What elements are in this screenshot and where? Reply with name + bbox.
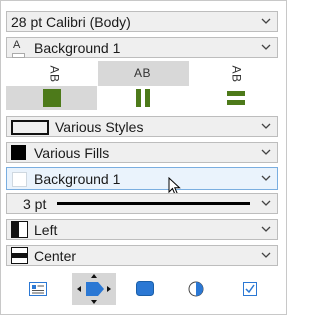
- text-orientation-group: AB AB AB: [6, 61, 280, 111]
- checkbox-button[interactable]: [232, 273, 268, 305]
- connector-button[interactable]: [72, 273, 116, 305]
- line-weight-dropdown[interactable]: 3 pt: [6, 193, 278, 214]
- chevron-down-icon: [261, 123, 271, 129]
- orientation-label: AB: [229, 65, 244, 83]
- font-value: 28 pt Calibri (Body): [11, 14, 131, 30]
- align-center-icon: [11, 247, 28, 264]
- font-color-glyph: A: [13, 39, 21, 51]
- orientation-vertical-left-button[interactable]: [6, 86, 97, 110]
- vertical-bars-icon: [134, 89, 152, 107]
- vertical-align-value: Center: [34, 248, 77, 264]
- orientation-vertical-left[interactable]: AB: [6, 61, 97, 86]
- background-dropdown[interactable]: Background 1: [6, 167, 278, 196]
- text-box-button[interactable]: [20, 273, 56, 305]
- chevron-down-icon: [261, 226, 271, 232]
- pie-chart-icon: [188, 281, 204, 297]
- chevron-down-icon: [261, 44, 271, 50]
- text-color-dropdown[interactable]: A Background 1: [6, 37, 278, 58]
- chevron-down-icon: [261, 200, 271, 206]
- border-style-dropdown[interactable]: Various Styles: [6, 116, 278, 137]
- font-dropdown[interactable]: 28 pt Calibri (Body): [6, 11, 278, 32]
- checkbox-icon: [243, 282, 257, 296]
- chevron-down-icon: [261, 149, 271, 155]
- horizontal-align-value: Left: [34, 222, 58, 238]
- align-left-icon: [11, 221, 28, 238]
- horizontal-bars-icon: [227, 89, 245, 107]
- connector-arrow-icon: [77, 274, 111, 304]
- border-style-icon: [11, 120, 49, 135]
- line-weight-preview: [57, 202, 250, 205]
- chart-button[interactable]: [178, 273, 214, 305]
- line-weight-value: 3 pt: [23, 196, 47, 212]
- text-box-icon: [29, 282, 47, 296]
- background-swatch-icon: [12, 172, 27, 187]
- fill-dropdown[interactable]: Various Fills: [6, 142, 278, 163]
- orientation-horizontal-button[interactable]: [98, 86, 189, 110]
- rounded-rectangle-icon: [136, 281, 154, 296]
- shape-button[interactable]: [127, 273, 163, 305]
- vertical-align-dropdown[interactable]: Center: [6, 245, 278, 266]
- fill-value: Various Fills: [34, 145, 110, 161]
- horizontal-align-dropdown[interactable]: Left: [6, 219, 278, 240]
- orientation-vertical-right[interactable]: AB: [190, 61, 281, 86]
- orientation-label: AB: [134, 66, 152, 80]
- text-color-value: Background 1: [34, 40, 121, 56]
- format-panel: 28 pt Calibri (Body) A Background 1 AB A…: [0, 0, 287, 315]
- border-style-value: Various Styles: [55, 119, 144, 135]
- orientation-horizontal[interactable]: AB: [98, 61, 189, 86]
- chevron-down-icon: [261, 18, 271, 24]
- chevron-down-icon: [261, 252, 271, 258]
- background-value: Background 1: [34, 171, 121, 187]
- orientation-label: AB: [47, 65, 62, 83]
- chevron-down-icon: [261, 175, 271, 181]
- font-color-icon: A: [11, 38, 25, 58]
- orientation-vertical-right-button[interactable]: [190, 86, 280, 110]
- filled-square-icon: [43, 89, 61, 107]
- bottom-toolbar: [6, 269, 278, 307]
- fill-swatch-icon: [11, 145, 26, 160]
